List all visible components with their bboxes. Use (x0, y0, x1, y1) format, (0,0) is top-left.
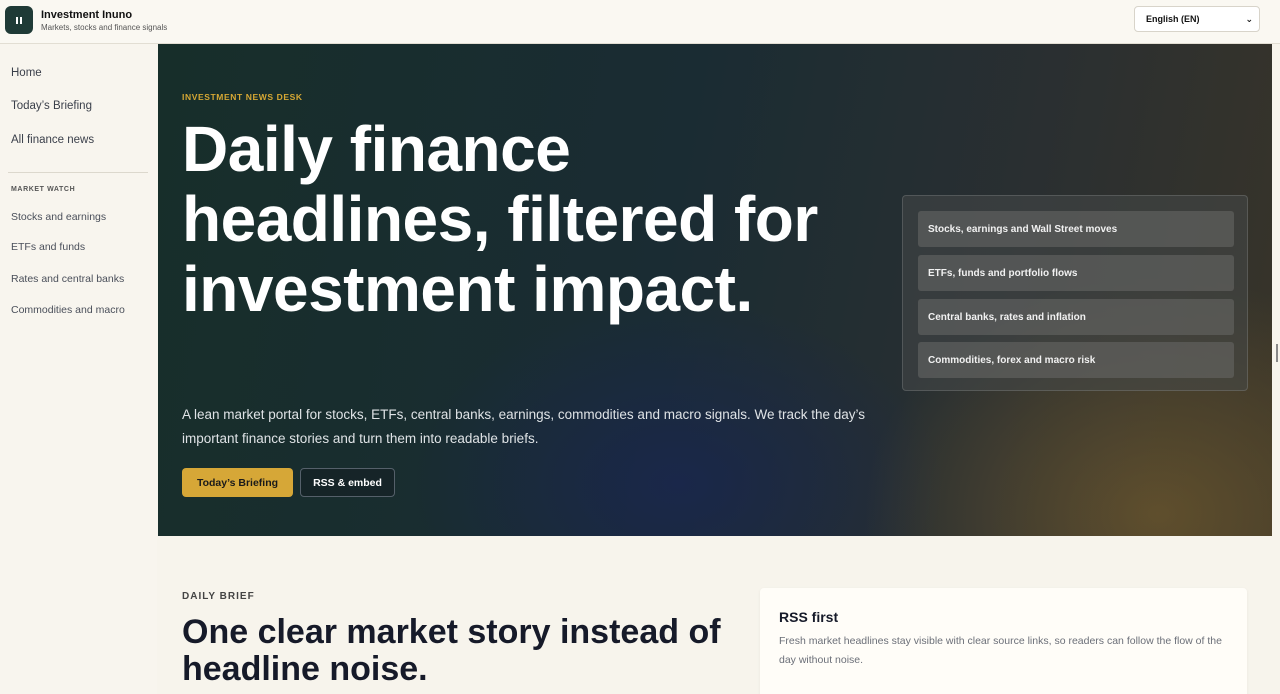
daily-brief-title: One clear market story instead of headli… (182, 613, 721, 688)
sidebar-item-stocks-earnings[interactable]: Stocks and earnings (11, 211, 106, 223)
hero-title: Daily finance headlines, filtered for in… (182, 113, 818, 325)
rss-embed-button[interactable]: RSS & embed (300, 468, 395, 497)
sidebar-item-etfs-funds[interactable]: ETFs and funds (11, 241, 85, 253)
top-header: Investment Inuno Markets, stocks and fin… (0, 0, 1280, 44)
brand-title[interactable]: Investment Inuno (41, 9, 132, 21)
scrollbar-handle[interactable] (1276, 344, 1278, 362)
sidebar: Home Today’s Briefing All finance news M… (0, 44, 157, 694)
sidebar-item-all-finance-news[interactable]: All finance news (11, 134, 94, 146)
rss-first-card: RSS first Fresh market headlines stay vi… (760, 588, 1247, 694)
sidebar-item-rates-central-banks[interactable]: Rates and central banks (11, 273, 124, 285)
sidebar-divider (8, 172, 148, 173)
todays-briefing-button[interactable]: Today’s Briefing (182, 468, 293, 497)
rss-card-text: Fresh market headlines stay visible with… (779, 635, 1222, 666)
topic-item[interactable]: Central banks, rates and inflation (918, 299, 1234, 335)
brand-subtitle: Markets, stocks and finance signals (41, 23, 168, 32)
hero-kicker: INVESTMENT NEWS DESK (182, 92, 303, 102)
logo-pause-icon[interactable] (5, 6, 33, 34)
rss-card-title: RSS first (779, 609, 839, 625)
topic-item[interactable]: Commodities, forex and macro risk (918, 342, 1234, 378)
chevron-down-icon: ⌄ (1245, 14, 1253, 24)
sidebar-item-commodities-macro[interactable]: Commodities and macro (11, 304, 125, 316)
language-select[interactable]: English (EN) ⌄ (1134, 6, 1260, 32)
sidebar-item-todays-briefing[interactable]: Today’s Briefing (11, 100, 92, 112)
topics-card: Stocks, earnings and Wall Street moves E… (902, 195, 1248, 391)
sidebar-item-home[interactable]: Home (11, 67, 42, 79)
language-select-value: English (EN) (1146, 14, 1200, 24)
topic-item[interactable]: Stocks, earnings and Wall Street moves (918, 211, 1234, 247)
hero-description: A lean market portal for stocks, ETFs, c… (182, 407, 866, 446)
daily-brief-kicker: DAILY BRIEF (182, 591, 255, 602)
topic-item[interactable]: ETFs, funds and portfolio flows (918, 255, 1234, 291)
hero-section: INVESTMENT NEWS DESK Daily finance headl… (158, 44, 1272, 536)
sidebar-section-title: MARKET WATCH (11, 186, 76, 193)
